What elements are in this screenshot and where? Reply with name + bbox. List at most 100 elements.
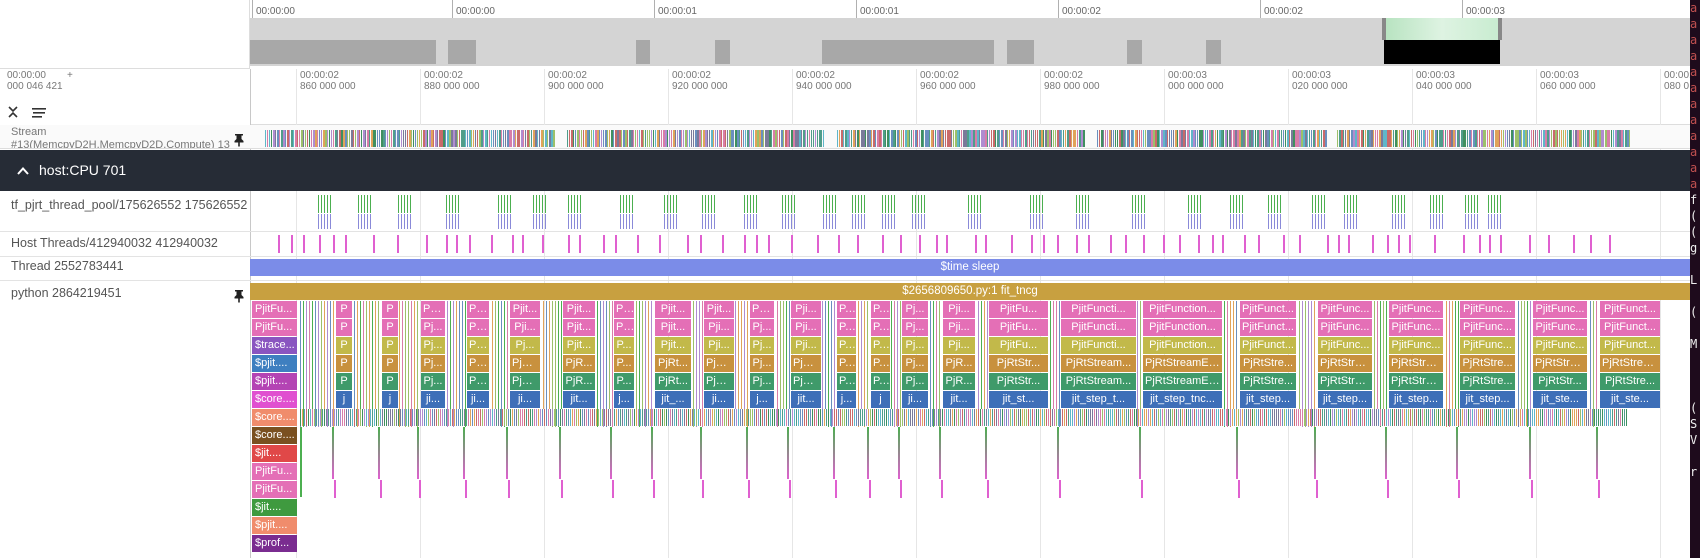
left-stack-slice[interactable]: $core.... <box>252 409 297 426</box>
flame-deep-slice[interactable] <box>878 409 879 426</box>
flame-slice[interactable]: PjR... <box>791 355 821 372</box>
flame-deep-slice[interactable] <box>1454 409 1455 426</box>
flame-thin-slice[interactable] <box>744 301 745 409</box>
flame-deep-slice[interactable] <box>932 409 933 426</box>
flame-deep-slice[interactable] <box>510 409 511 426</box>
flame-deep-slice[interactable] <box>750 409 751 426</box>
flame-deep-slice[interactable] <box>380 409 381 426</box>
flame-thin-slice[interactable] <box>1524 301 1525 409</box>
flame-slice[interactable]: Pj... <box>902 301 928 318</box>
flame-deep-slice[interactable] <box>964 409 965 426</box>
flame-deep-slice[interactable] <box>1230 409 1231 426</box>
flame-deep-slice[interactable] <box>1476 409 1477 426</box>
flame-deep-slice[interactable] <box>362 409 363 426</box>
flame-spike[interactable] <box>610 427 612 479</box>
flame-thin-slice[interactable] <box>1053 301 1054 409</box>
flame-slice[interactable]: jit_step... <box>1240 391 1296 408</box>
flame-spike[interactable] <box>506 427 508 479</box>
flame-slice[interactable]: Pj... <box>510 337 540 354</box>
flame-slice[interactable]: Pj... <box>421 337 445 354</box>
flame-deep-slice[interactable] <box>1544 409 1545 426</box>
flame-deep-slice[interactable] <box>1190 409 1191 426</box>
flame-deep-slice[interactable] <box>1370 409 1371 426</box>
flame-deep-slice[interactable] <box>1512 409 1513 426</box>
flame-spike[interactable] <box>463 427 465 479</box>
flame-spike[interactable] <box>300 427 302 497</box>
flame-deep-slice[interactable] <box>814 409 815 426</box>
flame-slice[interactable]: PjitFunction... <box>1143 301 1222 318</box>
flame-deep-slice[interactable] <box>408 409 409 426</box>
flame-deep-slice[interactable] <box>1248 409 1249 426</box>
flame-deep-slice[interactable] <box>482 409 483 426</box>
flame-slice[interactable]: ji... <box>510 391 540 408</box>
flame-deep-slice[interactable] <box>854 409 855 426</box>
flame-thin-slice[interactable] <box>1299 301 1300 409</box>
flame-deep-slice[interactable] <box>1214 409 1215 426</box>
flame-deep-slice[interactable] <box>1088 409 1089 426</box>
flame-deep-slice[interactable] <box>1490 409 1491 426</box>
flame-deep-slice[interactable] <box>1534 409 1535 426</box>
flame-deep-slice[interactable] <box>982 409 983 426</box>
flame-thin-slice[interactable] <box>363 301 364 409</box>
flame-thin-slice[interactable] <box>1596 301 1597 409</box>
flame-deep-slice[interactable] <box>1184 409 1185 426</box>
flame-deep-slice[interactable] <box>500 409 501 426</box>
flame-deep-slice[interactable] <box>444 409 445 426</box>
flame-deep-slice[interactable] <box>432 409 433 426</box>
flame-deep-slice[interactable] <box>1118 409 1119 426</box>
flame-deep-slice[interactable] <box>800 409 801 426</box>
flame-deep-slice[interactable] <box>1532 409 1533 426</box>
flame-deep-slice[interactable] <box>352 409 353 426</box>
flame-deep-slice[interactable] <box>458 409 459 426</box>
flame-deep-slice[interactable] <box>822 409 823 426</box>
flame-spike[interactable] <box>787 427 789 479</box>
flame-thin-slice[interactable] <box>981 301 982 409</box>
flame-thin-slice[interactable] <box>456 301 457 409</box>
flame-deep-slice[interactable] <box>1174 409 1175 426</box>
flame-slice[interactable]: PjRtStr... <box>1533 373 1587 390</box>
flame-deep-slice[interactable] <box>1226 409 1227 426</box>
flame-slice[interactable]: Pji... <box>791 337 821 354</box>
flame-deep-slice[interactable] <box>650 409 651 426</box>
flame-deep-slice[interactable] <box>872 409 873 426</box>
flame-deep-slice[interactable] <box>360 409 361 426</box>
flame-deep-slice[interactable] <box>1458 409 1459 426</box>
flame-thin-slice[interactable] <box>1236 301 1237 409</box>
flame-deep-slice[interactable] <box>768 409 769 426</box>
flame-deep-slice[interactable] <box>938 409 939 426</box>
flame-slice[interactable]: Pji... <box>614 319 634 336</box>
flame-deep-slice[interactable] <box>824 409 825 426</box>
flame-deep-slice[interactable] <box>1092 409 1093 426</box>
flame-thin-slice[interactable] <box>1056 301 1057 409</box>
flame-deep-slice[interactable] <box>1268 409 1269 426</box>
flame-deep-slice[interactable] <box>762 409 763 426</box>
flame-deep-slice[interactable] <box>1106 409 1107 426</box>
flame-deep-slice[interactable] <box>1336 409 1337 426</box>
flame-deep-slice[interactable] <box>316 409 317 426</box>
flame-deep-slice[interactable] <box>1220 409 1221 426</box>
flame-thin-slice[interactable] <box>636 301 637 409</box>
flame-deep-slice[interactable] <box>390 409 391 426</box>
flame-thin-slice[interactable] <box>1233 301 1234 409</box>
flame-deep-slice[interactable] <box>536 409 537 426</box>
flame-deep-slice[interactable] <box>1332 409 1333 426</box>
flame-deep-slice[interactable] <box>1086 409 1087 426</box>
flame-deep-slice[interactable] <box>1074 409 1075 426</box>
flame-deep-slice[interactable] <box>798 409 799 426</box>
flame-deep-slice[interactable] <box>414 409 415 426</box>
flame-deep-slice[interactable] <box>1416 409 1417 426</box>
flame-deep-slice[interactable] <box>1622 409 1623 426</box>
flame-deep-slice[interactable] <box>1414 409 1415 426</box>
flame-deep-slice[interactable] <box>328 409 329 426</box>
flame-deep-slice[interactable] <box>1090 409 1091 426</box>
flame-deep-slice[interactable] <box>774 409 775 426</box>
flame-deep-slice[interactable] <box>1298 409 1299 426</box>
left-stack-slice[interactable]: $jit.... <box>252 499 297 516</box>
flame-deep-slice[interactable] <box>1380 409 1381 426</box>
flame-deep-slice[interactable] <box>1286 409 1287 426</box>
flame-deep-slice[interactable] <box>1130 409 1131 426</box>
flame-deep-slice[interactable] <box>1126 409 1127 426</box>
flame-deep-slice[interactable] <box>790 409 791 426</box>
flame-slice[interactable]: jit_step... <box>1389 391 1443 408</box>
flame-deep-slice[interactable] <box>920 409 921 426</box>
